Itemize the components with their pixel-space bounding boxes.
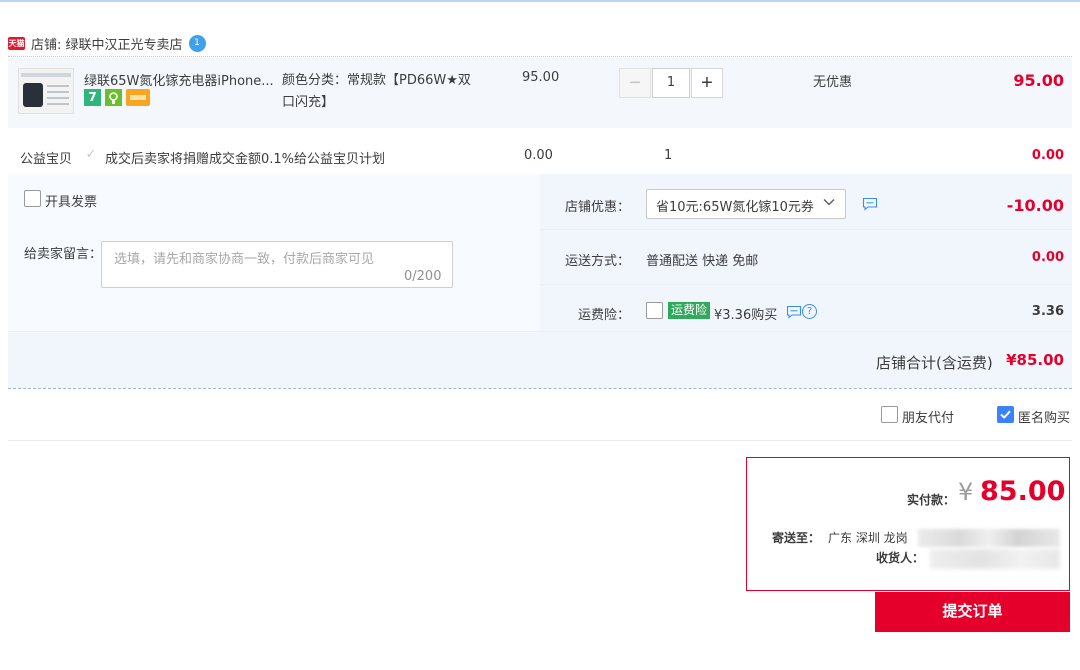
quantity-stepper: − 1 +: [619, 68, 723, 98]
shop-divider: [8, 56, 1072, 57]
charity-price: 0.00: [524, 148, 553, 163]
invoice-label[interactable]: 开具发票: [45, 191, 97, 210]
seven-day-return-icon[interactable]: 7: [84, 89, 101, 106]
charity-description: 成交后卖家将捐赠成交金额0.1%给公益宝贝计划: [105, 152, 386, 167]
product-row: [8, 58, 1072, 128]
friend-pay-label[interactable]: 朋友代付: [902, 407, 954, 426]
card-payment-icon[interactable]: [126, 89, 150, 106]
insurance-label: 运费险：: [578, 308, 631, 323]
product-sku: 颜色分类：常规款【PD66W★双口闪充】: [282, 73, 471, 110]
service-icons: 7: [84, 89, 150, 106]
insurance-price: ¥3.36购买: [714, 308, 778, 323]
pay-label: 实付款：: [907, 493, 956, 507]
pay-amount: 85.00: [980, 476, 1066, 507]
shop-name[interactable]: 店铺: 绿联中汉正光专卖店: [31, 34, 183, 53]
redacted-receiver: [930, 549, 1060, 569]
product-thumbnail[interactable]: [18, 68, 74, 114]
options-bottom-divider: [8, 388, 1072, 389]
quantity-input[interactable]: 1: [652, 68, 690, 98]
shipping-amount: 0.00: [1031, 250, 1064, 265]
insurance-tag: 运费险: [668, 302, 711, 319]
top-divider: [0, 0, 1080, 2]
message-placeholder: 选填，请先和商家协商一致，付款后商家可见: [114, 252, 375, 267]
anonymous-label[interactable]: 匿名购买: [1018, 407, 1070, 426]
message-char-count: 0/200: [404, 269, 442, 284]
product-subtotal: 95.00: [1013, 71, 1064, 90]
pay-currency: ¥: [958, 478, 974, 506]
charity-label: 公益宝贝: [20, 152, 73, 167]
coupon-amount: -10.00: [1006, 196, 1064, 215]
shipping-label: 运送方式：: [565, 254, 631, 269]
quantity-increase-button[interactable]: +: [691, 68, 723, 98]
product-title[interactable]: 绿联65W氮化镓充电器iPhone...: [84, 70, 274, 89]
redacted-address: [918, 529, 1060, 547]
comment-icon[interactable]: [786, 305, 802, 319]
help-icon[interactable]: ?: [802, 304, 817, 319]
shop-header: 天猫 店铺: 绿联中汉正光专卖店 1: [8, 32, 206, 54]
options-divider: [540, 229, 1072, 230]
coupon-label: 店铺优惠：: [565, 200, 631, 215]
submit-order-button[interactable]: 提交订单: [875, 592, 1070, 632]
shop-total-label: 店铺合计(含运费): [876, 354, 993, 372]
charity-quantity: 1: [664, 148, 673, 163]
invoice-checkbox[interactable]: [24, 190, 41, 207]
coupon-selected-value: 省10元:65W氮化镓10元券: [656, 200, 814, 215]
receiver-label: 收货人：: [876, 551, 925, 565]
chevron-down-icon[interactable]: [822, 195, 836, 209]
quantity-decrease-button[interactable]: −: [619, 68, 651, 98]
wangwang-chat-icon[interactable]: 1: [188, 34, 206, 52]
options-divider: [540, 284, 1072, 285]
shipping-method: 普通配送 快递 免邮: [646, 254, 759, 269]
message-label: 给卖家留言：: [24, 247, 103, 262]
options-divider: [8, 331, 1072, 332]
ship-to-label: 寄送至：: [772, 531, 821, 545]
shop-total-amount: ¥85.00: [1006, 351, 1064, 369]
friend-pay-checkbox[interactable]: [881, 406, 898, 423]
guarantee-icon[interactable]: [105, 89, 122, 106]
anonymous-checkbox[interactable]: [997, 406, 1014, 423]
order-confirm-page: 天猫 店铺: 绿联中汉正光专卖店 1 绿联65W氮化镓充电器iPhone... …: [0, 0, 1080, 670]
extras-divider: [8, 440, 1072, 441]
charity-subtotal: 0.00: [1031, 148, 1064, 163]
charity-checkbox: ✓: [85, 147, 97, 162]
insurance-amount: 3.36: [1031, 304, 1064, 319]
insurance-checkbox[interactable]: [646, 302, 663, 319]
product-price: 95.00: [522, 70, 560, 85]
tmall-icon: 天猫: [8, 36, 25, 50]
checkmark-icon: [1000, 410, 1011, 419]
comment-icon[interactable]: [862, 197, 878, 211]
product-discount: 无优惠: [813, 75, 853, 90]
ship-to-address: 广东 深圳 龙岗: [828, 531, 908, 545]
